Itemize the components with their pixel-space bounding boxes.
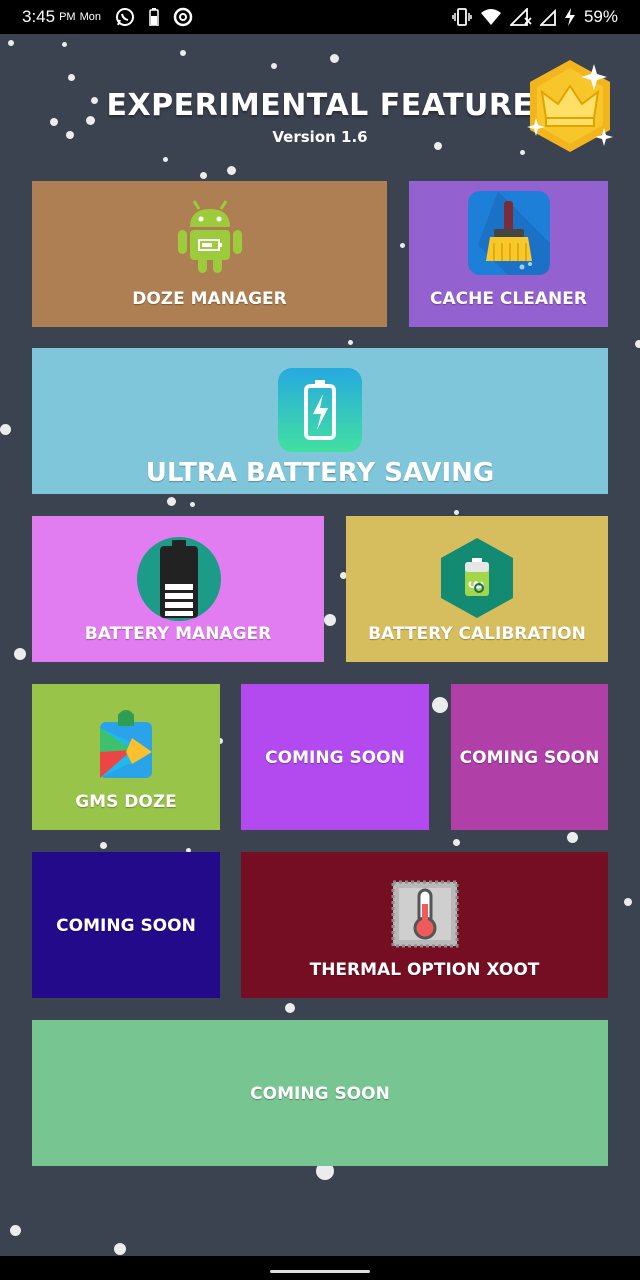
coming-soon-label: COMING SOON [459,748,600,768]
snow-dot [0,424,11,435]
home-gesture-handle[interactable] [270,1270,370,1273]
snow-dot [68,74,75,81]
battery-saver-icon [149,8,159,26]
app-screen: 3:45 PM Mon 59% EXPERIMENTAL FEATURE Ver… [0,0,640,1280]
coming-soon-tile-4[interactable]: COMING SOON [32,1020,608,1166]
snow-dot [454,510,459,515]
coming-soon-label: COMING SOON [250,1084,390,1104]
gms-doze-tile[interactable]: GMS DOZE [32,684,220,830]
snow-dot [453,839,460,846]
battery-hexagon-icon [441,538,513,618]
snow-dot [114,1243,126,1255]
snow-dot [100,842,107,849]
ultra-battery-saving-tile[interactable]: ULTRA BATTERY SAVING [32,348,608,494]
battery-bolt-icon [278,368,362,452]
snow-dot [330,54,339,63]
status-bar: 3:45 PM Mon 59% [0,0,640,34]
snow-dot [285,1003,295,1013]
coming-soon-label: COMING SOON [56,916,196,936]
thermal-option-tile[interactable]: THERMAL OPTION XOOT [241,852,608,998]
data-saver-icon [173,7,193,27]
ultra-battery-saving-label: ULTRA BATTERY SAVING [145,458,495,488]
gms-doze-label: GMS DOZE [75,792,177,812]
vibrate-icon [452,8,472,26]
snow-dot [167,497,176,506]
signal-icon-2 [539,8,556,26]
battery-percent: 59% [583,7,618,26]
charging-icon [564,8,575,26]
battery-manager-tile[interactable]: BATTERY MANAGER [32,516,324,662]
snow-dot [324,614,336,626]
cache-cleaner-tile[interactable]: CACHE CLEANER [409,181,608,327]
coming-soon-tile-3[interactable]: COMING SOON [32,852,220,998]
snow-dot [8,40,14,46]
battery-icon [137,537,221,621]
snow-dot [567,832,578,843]
snow-dot [190,502,195,507]
snow-dot [200,172,207,179]
snow-dot [180,50,186,56]
snow-dot [624,898,632,906]
thermal-option-label: THERMAL OPTION XOOT [309,960,540,980]
battery-manager-label: BATTERY MANAGER [84,624,272,644]
snow-dot [10,1225,21,1236]
doze-manager-tile[interactable]: DOZE MANAGER [32,181,387,327]
coming-soon-tile-1[interactable]: COMING SOON [241,684,429,830]
navigation-bar [0,1256,640,1280]
snow-dot [62,42,67,47]
android-battery-icon [178,200,242,273]
doze-manager-label: DOZE MANAGER [132,289,287,309]
snow-dot [271,63,277,69]
battery-calibration-label: BATTERY CALIBRATION [368,624,586,644]
snow-dot [227,166,236,175]
snow-dot [635,340,640,348]
thermometer-icon [391,880,459,948]
signal-icon [509,8,532,26]
status-day: Mon [79,11,101,23]
status-ampm: PM [59,11,76,23]
coming-soon-label: COMING SOON [265,748,405,768]
snow-dot [163,157,168,162]
snow-dot [400,243,405,248]
whatsapp-icon [116,8,134,26]
cache-cleaner-label: CACHE CLEANER [430,289,587,309]
status-time: 3:45 [22,7,56,26]
snow-dot [432,697,448,713]
coming-soon-tile-2[interactable]: COMING SOON [451,684,608,830]
google-play-services-icon [100,710,152,778]
crown-icon[interactable] [520,56,620,156]
broom-icon [468,191,550,275]
battery-calibration-tile[interactable]: BATTERY CALIBRATION [346,516,608,662]
snow-dot [348,340,353,345]
wifi-icon [480,9,501,25]
snow-dot [14,648,26,660]
